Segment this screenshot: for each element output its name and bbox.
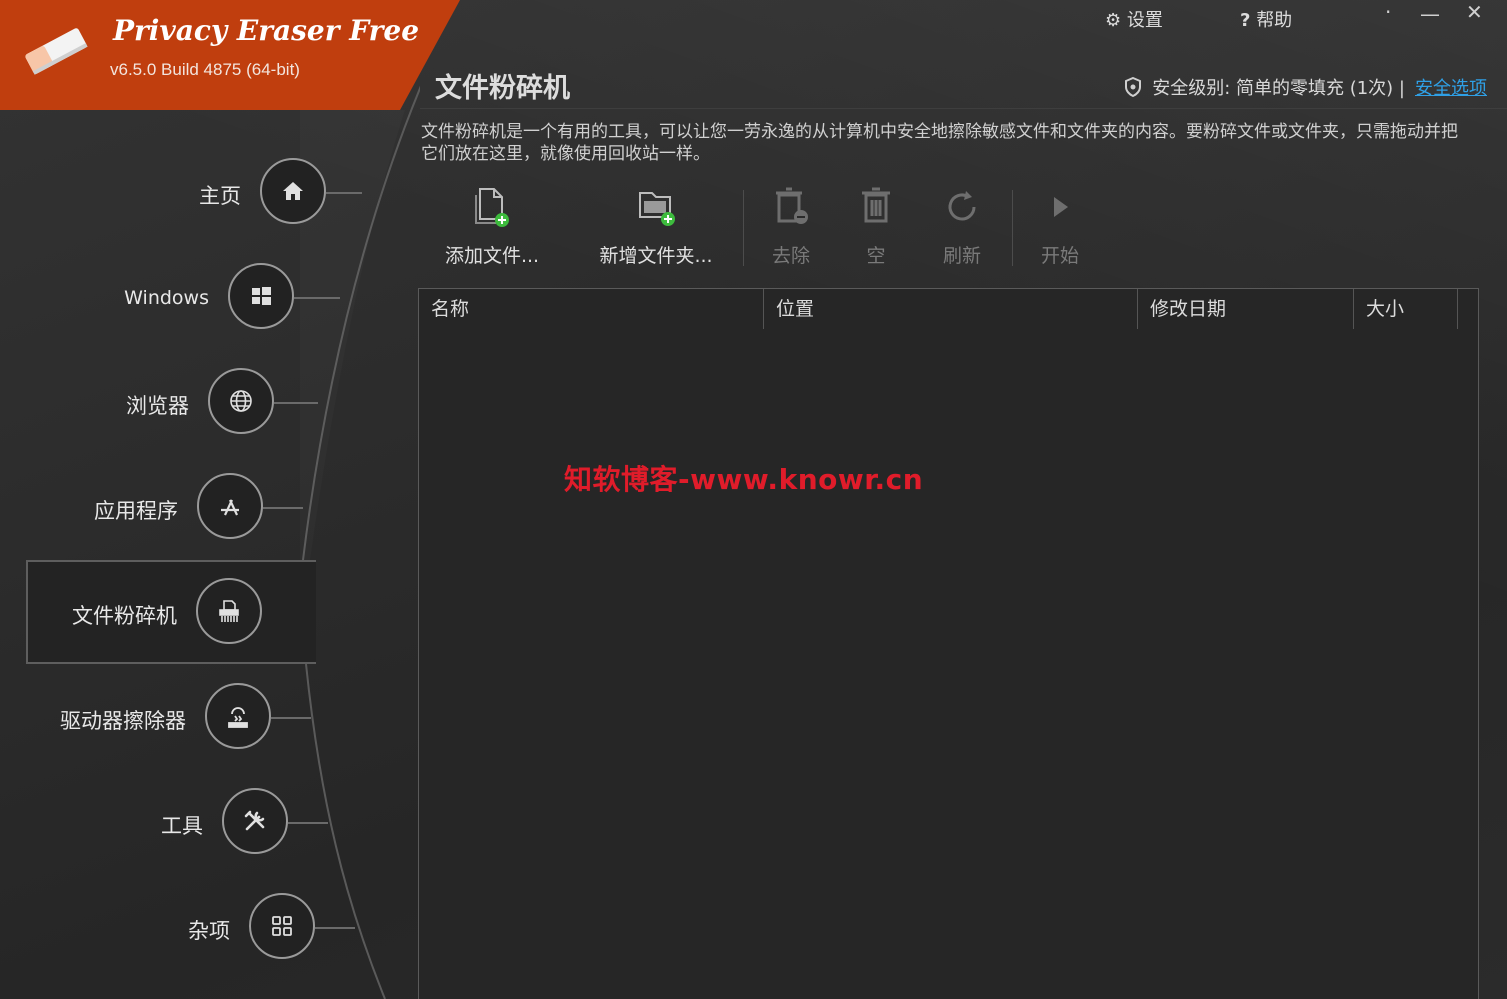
security-options-link[interactable]: 安全选项: [1415, 74, 1487, 100]
add-file-button[interactable]: 添加文件...: [440, 185, 544, 275]
start-button[interactable]: 开始: [1036, 185, 1084, 275]
nav-connector: [274, 402, 318, 404]
shredder-icon: [196, 578, 262, 644]
add-file-label: 添加文件...: [444, 245, 540, 267]
nav-connector: [271, 717, 311, 719]
shield-icon: [1125, 77, 1142, 97]
empty-label: 空: [866, 245, 886, 267]
nav-item-tools[interactable]: 工具: [60, 788, 288, 854]
tools-icon: [222, 788, 288, 854]
eraser-logo-icon: [25, 28, 88, 75]
toolbar-divider-2: [1012, 190, 1013, 266]
column-header-size[interactable]: 大小: [1354, 289, 1458, 329]
brand-banner: Privacy Eraser Free v6.5.0 Build 4875 (6…: [0, 0, 460, 110]
nav-label-windows: Windows: [124, 287, 209, 309]
grid-icon: [249, 893, 315, 959]
remove-trash-icon: [776, 187, 808, 224]
globe-icon: [208, 368, 274, 434]
nav-connector: [294, 297, 340, 299]
nav-connector: [263, 507, 303, 509]
refresh-label: 刷新: [942, 245, 981, 267]
nav-item-misc[interactable]: 杂项: [100, 893, 315, 959]
nav-item-windows[interactable]: Windows: [60, 263, 294, 329]
security-level-text: 安全级别: 简单的零填充 (1次) |: [1152, 78, 1405, 99]
security-level: 安全级别: 简单的零填充 (1次) | 安全选项: [1124, 74, 1487, 100]
app-store-icon: [197, 473, 263, 539]
nav-connector: [326, 192, 362, 194]
app-title: Privacy Eraser Free: [113, 14, 420, 47]
question-icon: ?: [1240, 10, 1251, 31]
refresh-icon: [948, 191, 976, 221]
start-label: 开始: [1040, 245, 1079, 267]
nav-connector: [288, 822, 328, 824]
file-list-table[interactable]: 名称 位置 修改日期 大小: [418, 288, 1479, 999]
nav-item-file-shredder[interactable]: 文件粉碎机: [40, 578, 262, 644]
add-folder-button[interactable]: 新增文件夹...: [594, 185, 718, 275]
nav-item-home[interactable]: 主页: [100, 158, 326, 224]
nav-label-browser: 浏览器: [126, 394, 189, 418]
title-divider: [420, 108, 1507, 109]
nav-label-file-shredder: 文件粉碎机: [72, 604, 177, 628]
refresh-button[interactable]: 刷新: [936, 185, 988, 275]
gear-icon: ⚙: [1105, 10, 1122, 31]
remove-label: 去除: [771, 245, 810, 267]
nav-item-drive-wiper[interactable]: 驱动器擦除器: [40, 683, 271, 749]
add-file-icon: [475, 188, 509, 227]
nav-label-home: 主页: [199, 184, 241, 208]
nav-item-browser[interactable]: 浏览器: [60, 368, 274, 434]
play-icon: [1054, 197, 1068, 217]
home-icon: [260, 158, 326, 224]
empty-button[interactable]: 空: [854, 185, 898, 275]
add-folder-label: 新增文件夹...: [599, 245, 713, 267]
nav-connector: [315, 927, 355, 929]
app-version: v6.5.0 Build 4875 (64-bit): [110, 60, 300, 79]
help-button[interactable]: ? 帮助: [1240, 6, 1292, 32]
menu-dot-button[interactable]: ·: [1385, 0, 1391, 24]
description-text: 文件粉碎机是一个有用的工具，可以让您一劳永逸的从计算机中安全地擦除敏感文件和文件…: [421, 122, 1458, 164]
nav-label-drive-wiper: 驱动器擦除器: [60, 709, 186, 733]
column-header-location[interactable]: 位置: [764, 289, 1138, 329]
watermark-text: 知软博客-www.knowr.cn: [564, 463, 924, 496]
nav-item-applications[interactable]: 应用程序: [40, 473, 263, 539]
windows-icon: [228, 263, 294, 329]
settings-button[interactable]: ⚙ 设置: [1105, 6, 1163, 32]
close-button[interactable]: ✕: [1466, 0, 1483, 24]
nav-label-tools: 工具: [161, 814, 203, 838]
nav-label-applications: 应用程序: [94, 499, 178, 523]
remove-button[interactable]: 去除: [766, 185, 816, 275]
minimize-button[interactable]: —: [1420, 2, 1440, 26]
nav-label-misc: 杂项: [188, 919, 230, 943]
toolbar-divider: [743, 190, 744, 266]
column-header-name[interactable]: 名称: [419, 289, 764, 329]
column-header-modified[interactable]: 修改日期: [1138, 289, 1354, 329]
empty-trash-icon: [862, 187, 890, 223]
page-title: 文件粉碎机: [435, 73, 570, 104]
drive-wipe-icon: [205, 683, 271, 749]
add-folder-icon: [639, 192, 675, 226]
